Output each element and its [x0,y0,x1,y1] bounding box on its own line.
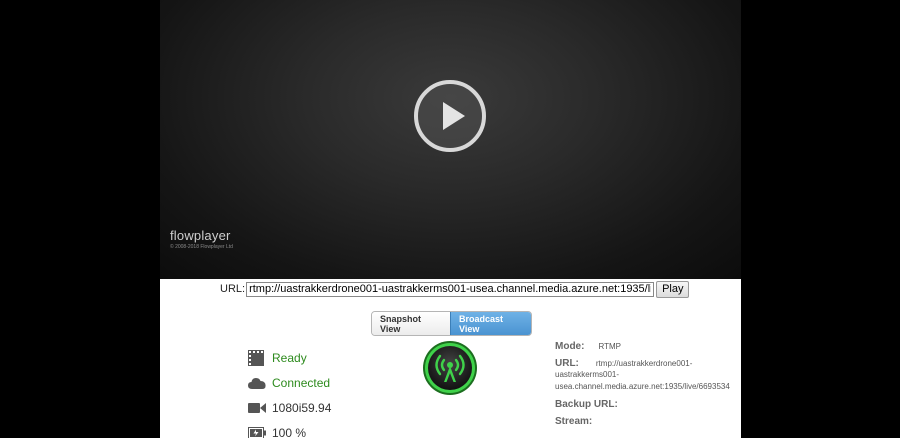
info-url-label: URL: [555,358,579,369]
url-input[interactable] [246,281,655,297]
play-button[interactable]: Play [656,280,690,298]
player-copyright: © 2008-2018 Flowplayer Ltd [170,244,233,250]
info-url-line3: usea.channel.media.azure.net:1935/live/6… [555,382,730,391]
mode-label: Mode: [555,341,585,352]
video-camera-icon [248,400,266,416]
right-letterbox [741,0,900,438]
flowplayer-logo: flowplayer [170,228,231,243]
stream-row: Stream: [555,416,741,427]
status-connected: Connected [248,370,331,395]
film-icon [248,349,266,366]
status-list: Ready Connected 1080i59.94 100 % [248,345,331,438]
play-icon [443,102,465,130]
view-toggle: Snapshot View Broadcast View [371,311,532,336]
status-resolution-text: 1080i59.94 [272,400,332,415]
broadcast-view-button[interactable]: Broadcast View [450,312,531,335]
play-overlay-button[interactable] [414,80,486,152]
info-url-line1: rtmp://uastrakkerdrone001- [595,359,693,368]
status-ready: Ready [248,345,331,370]
status-battery: 100 % [248,420,331,438]
mode-value: RTMP [598,342,621,351]
broadcast-icon [422,340,478,396]
control-panel: URL: Play Snapshot View Broadcast View [160,279,741,438]
url-label: URL: [220,283,246,295]
status-ready-text: Ready [272,350,307,365]
backup-url-label: Backup URL: [555,399,618,410]
video-player[interactable]: flowplayer © 2008-2018 Flowplayer Ltd [160,0,741,279]
info-url-line2: uastrakkerms001- [555,370,620,379]
url-row: URL: Play [220,280,690,298]
mode-row: Mode: RTMP [555,341,741,352]
left-letterbox [0,0,160,438]
stream-label: Stream: [555,416,593,427]
status-connected-text: Connected [272,375,331,390]
player-branding: flowplayer © 2008-2018 Flowplayer Ltd [170,228,233,250]
info-url-row: URL: rtmp://uastrakkerdrone001- [555,358,741,369]
battery-icon [248,425,266,438]
stream-info: Mode: RTMP URL: rtmp://uastrakkerdrone00… [555,341,741,427]
backup-url-row: Backup URL: [555,399,741,410]
cloud-icon [248,375,266,391]
status-resolution: 1080i59.94 [248,395,331,420]
snapshot-view-button[interactable]: Snapshot View [372,312,450,335]
status-battery-text: 100 % [272,425,307,438]
